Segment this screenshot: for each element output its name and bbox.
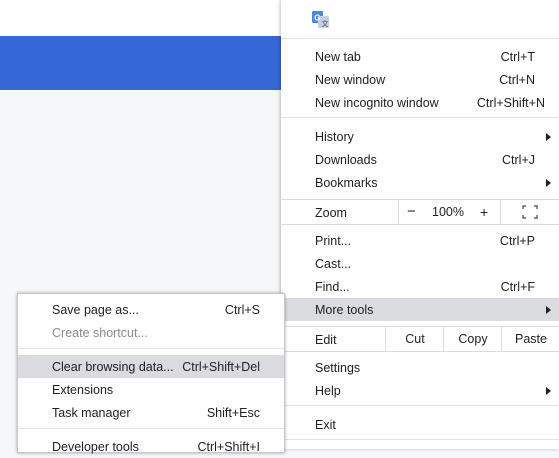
menu-item-label: Print... (315, 234, 352, 248)
submenu-item-save-page[interactable]: Save page as... Ctrl+S (18, 298, 284, 321)
zoom-level: 100% (432, 205, 464, 219)
menu-item-label: New window (315, 73, 386, 87)
menu-item-label: Settings (315, 361, 361, 375)
more-tools-submenu: Save page as... Ctrl+S Create shortcut..… (17, 293, 285, 454)
menu-item-print[interactable]: Print... Ctrl+P (281, 229, 559, 252)
menu-item-label: More tools (315, 303, 374, 317)
menu-divider (281, 38, 559, 39)
svg-text:G: G (314, 14, 320, 23)
menu-item-shortcut: Ctrl+S (224, 303, 260, 317)
menu-item-label: Create shortcut... (52, 326, 148, 340)
menu-top-area: G 文 (281, 0, 559, 38)
submenu-arrow-icon (546, 387, 551, 395)
menu-item-find[interactable]: Find... Ctrl+F (281, 275, 559, 298)
menu-item-label: Help (315, 384, 341, 398)
menu-divider (18, 348, 284, 349)
menu-item-shortcut: Ctrl+Shift+I (197, 440, 260, 454)
menu-item-label: History (315, 130, 354, 144)
cut-label: Cut (405, 332, 425, 346)
menu-item-settings[interactable]: Settings (281, 356, 559, 379)
menu-item-shortcut: Ctrl+J (502, 153, 535, 167)
page-header-bar (0, 36, 282, 90)
zoom-row: Zoom − 100% + (281, 199, 559, 225)
copy-label: Copy (458, 332, 488, 346)
menu-item-help[interactable]: Help (281, 379, 559, 402)
menu-item-cast[interactable]: Cast... (281, 252, 559, 275)
menu-item-label: New incognito window (315, 96, 439, 110)
zoom-in-button[interactable]: + (480, 204, 488, 220)
cut-button[interactable]: Cut (385, 327, 444, 351)
submenu-item-clear-browsing-data[interactable]: Clear browsing data... Ctrl+Shift+Del (18, 355, 284, 378)
submenu-arrow-icon (546, 306, 551, 314)
menu-item-shortcut: Ctrl+P (499, 234, 535, 248)
menu-item-label: Extensions (52, 383, 114, 397)
menu-item-more-tools[interactable]: More tools (281, 298, 559, 321)
menu-item-shortcut: Shift+Esc (206, 406, 260, 420)
menu-item-label: New tab (315, 50, 361, 64)
menu-item-shortcut: Ctrl+T (500, 50, 535, 64)
menu-item-label: Save page as... (52, 303, 139, 317)
menu-item-shortcut: Ctrl+Shift+N (476, 96, 545, 110)
menu-item-label: Downloads (315, 153, 377, 167)
menu-item-new-incognito-window[interactable]: New incognito window Ctrl+Shift+N (281, 91, 559, 114)
menu-item-bookmarks[interactable]: Bookmarks (281, 171, 559, 194)
copy-button[interactable]: Copy (443, 327, 502, 351)
menu-item-history[interactable]: History (281, 125, 559, 148)
fullscreen-icon[interactable] (522, 205, 538, 219)
browser-main-menu: G 文 New tab Ctrl+T New window Ctrl+N New… (281, 0, 559, 449)
submenu-item-create-shortcut: Create shortcut... (18, 321, 284, 344)
menu-item-label: Developer tools (52, 440, 139, 454)
menu-item-downloads[interactable]: Downloads Ctrl+J (281, 148, 559, 171)
menu-divider (281, 439, 559, 440)
menu-divider (281, 405, 559, 406)
submenu-item-developer-tools[interactable]: Developer tools Ctrl+Shift+I (18, 435, 284, 458)
submenu-arrow-icon (546, 133, 551, 141)
menu-item-new-window[interactable]: New window Ctrl+N (281, 68, 559, 91)
zoom-controls: − 100% + (398, 200, 501, 224)
menu-item-shortcut: Ctrl+N (499, 73, 535, 87)
menu-item-shortcut: Ctrl+F (500, 280, 535, 294)
menu-item-label: Bookmarks (315, 176, 378, 190)
edit-row: Edit Cut Copy Paste (281, 326, 559, 352)
menu-item-new-tab[interactable]: New tab Ctrl+T (281, 45, 559, 68)
menu-item-label: Task manager (52, 406, 131, 420)
menu-item-shortcut: Ctrl+Shift+Del (182, 360, 260, 374)
menu-divider (18, 428, 284, 429)
zoom-label: Zoom (315, 206, 347, 220)
translate-icon[interactable]: G 文 (312, 11, 329, 28)
page-top-strip (0, 0, 282, 36)
menu-item-label: Find... (315, 280, 350, 294)
menu-item-label: Cast... (315, 257, 352, 271)
menu-item-exit[interactable]: Exit (281, 413, 559, 436)
submenu-arrow-icon (546, 179, 551, 187)
paste-button[interactable]: Paste (501, 327, 559, 351)
zoom-out-button[interactable]: − (407, 203, 416, 220)
menu-item-label: Clear browsing data... (52, 360, 174, 374)
menu-item-label: Exit (315, 418, 336, 432)
submenu-item-task-manager[interactable]: Task manager Shift+Esc (18, 401, 284, 424)
menu-divider (281, 117, 559, 118)
svg-text:文: 文 (322, 19, 329, 28)
edit-label: Edit (315, 333, 337, 347)
paste-label: Paste (515, 332, 547, 346)
submenu-item-extensions[interactable]: Extensions (18, 378, 284, 401)
